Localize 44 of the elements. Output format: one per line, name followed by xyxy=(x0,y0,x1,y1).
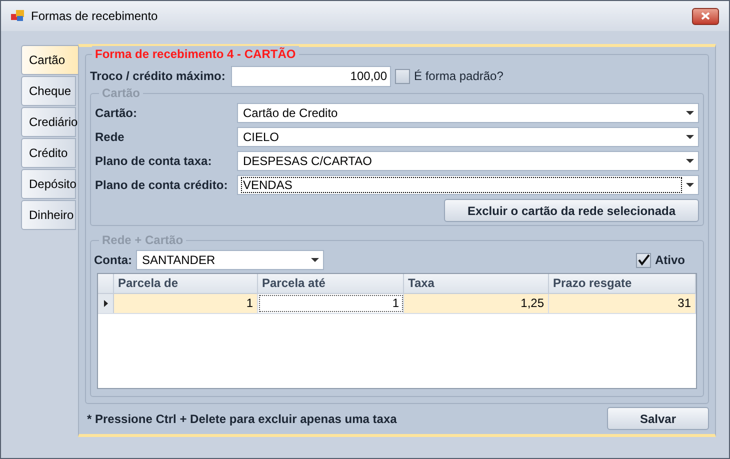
app-icon xyxy=(11,10,25,22)
footer-note: * Pressione Ctrl + Delete para excluir apenas uma taxa xyxy=(87,410,397,428)
dropdown-arrow-icon xyxy=(686,183,694,187)
column-header[interactable]: Parcela até xyxy=(258,274,404,293)
dropdown-arrow-icon xyxy=(311,258,319,262)
tab[interactable]: Dinheiro xyxy=(21,200,76,230)
column-header[interactable]: Prazo resgate xyxy=(549,274,696,293)
column-header[interactable]: Taxa xyxy=(404,274,549,293)
field-label: Plano de conta crédito: xyxy=(95,177,229,194)
checkbox[interactable] xyxy=(636,252,651,268)
field-label: Troco / crédito máximo: xyxy=(90,68,226,85)
field-label: Plano de conta taxa: xyxy=(95,153,213,170)
table-cell: 1 xyxy=(258,294,404,313)
amount-field[interactable]: 100,00 xyxy=(231,66,391,86)
close-icon xyxy=(701,12,710,20)
field-label: Cartão: xyxy=(95,105,138,122)
checkbox[interactable] xyxy=(395,68,410,84)
tab[interactable]: Crédito xyxy=(21,138,76,168)
dropdown-field[interactable]: VENDAS xyxy=(237,175,699,195)
dropdown-field[interactable]: DESPESAS C/CARTAO xyxy=(237,151,699,171)
dropdown-field[interactable]: Cartão de Credito xyxy=(237,103,699,123)
tab[interactable]: Cartão xyxy=(21,45,79,75)
tab[interactable]: Crediário xyxy=(21,107,76,137)
row-pointer-icon xyxy=(104,300,108,307)
checkbox-label: Ativo xyxy=(655,252,685,269)
field-label: Conta: xyxy=(94,252,133,269)
field-label: Rede xyxy=(95,129,126,146)
window-title: Formas de recebimento xyxy=(31,8,158,25)
delete-card-button[interactable]: Excluir o cartão da rede selecionada xyxy=(444,199,699,222)
close-button[interactable] xyxy=(692,8,719,24)
table-cell: 31 xyxy=(549,294,696,313)
tab[interactable]: Cheque xyxy=(21,76,76,106)
table-cell: 1 xyxy=(114,294,258,313)
row-header[interactable] xyxy=(98,294,114,313)
dropdown-arrow-icon xyxy=(686,159,694,163)
tab[interactable]: Depósito xyxy=(21,169,76,199)
column-header[interactable]: Parcela de xyxy=(114,274,258,293)
dropdown-arrow-icon xyxy=(686,111,694,115)
checkbox-label: É forma padrão? xyxy=(414,68,504,85)
save-button[interactable]: Salvar xyxy=(607,407,709,430)
dropdown-field[interactable]: CIELO xyxy=(237,127,699,147)
table-cell: 1,25 xyxy=(404,294,549,313)
account-dropdown[interactable]: SANTANDER xyxy=(136,250,324,270)
dropdown-arrow-icon xyxy=(686,135,694,139)
